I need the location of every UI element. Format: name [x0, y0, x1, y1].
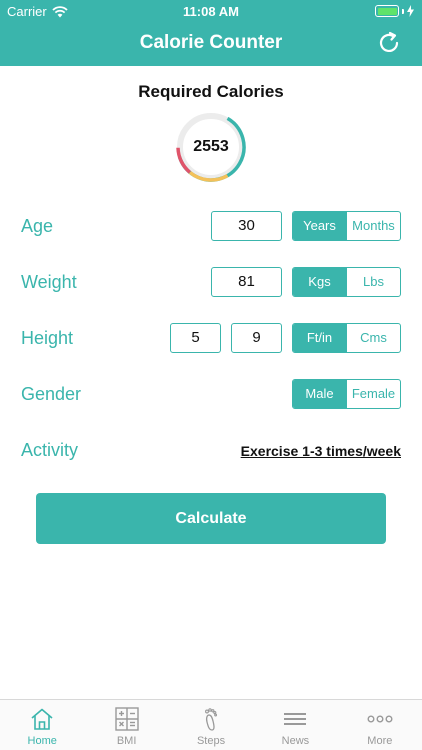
charging-icon [407, 5, 414, 17]
calculate-button[interactable]: Calculate [36, 493, 386, 544]
height-inches-input[interactable]: 9 [231, 323, 282, 353]
battery-indicator [375, 5, 414, 17]
tab-steps[interactable]: Steps [169, 700, 253, 750]
age-unit-years[interactable]: Years [293, 212, 346, 240]
calculator-icon [114, 707, 139, 731]
activity-label: Activity [21, 440, 79, 460]
status-time: 11:08 AM [183, 4, 239, 19]
required-calories-label: Required Calories [138, 82, 284, 101]
required-calories-value: 2553 [193, 138, 229, 155]
tab-label: News [281, 735, 310, 747]
tab-label: Steps [196, 735, 226, 747]
height-unit-ftin[interactable]: Ft/in [293, 324, 346, 352]
app-header: Carrier 11:08 AM Calorie Counter [0, 0, 422, 66]
age-label: Age [21, 216, 54, 236]
footprint-icon [205, 708, 218, 731]
more-icon [367, 715, 393, 723]
activity-selector[interactable]: Exercise 1-3 times/week [241, 443, 401, 459]
weight-unit-lbs[interactable]: Lbs [346, 268, 400, 296]
gender-label: Gender [21, 384, 82, 404]
height-unit-toggle: Ft/in Cms [292, 323, 401, 353]
height-unit-cms[interactable]: Cms [346, 324, 400, 352]
gender-toggle: Male Female [292, 379, 401, 409]
weight-unit-kgs[interactable]: Kgs [293, 268, 346, 296]
gender-male[interactable]: Male [293, 380, 346, 408]
tab-label: Home [27, 735, 57, 747]
status-bar: Carrier 11:08 AM [0, 0, 422, 22]
tab-more[interactable]: More [338, 700, 422, 750]
weight-label: Weight [21, 272, 77, 292]
home-icon [31, 708, 53, 730]
height-feet-input[interactable]: 5 [170, 323, 221, 353]
tab-bmi[interactable]: BMI [84, 700, 168, 750]
tab-news[interactable]: News [253, 700, 337, 750]
news-icon [284, 713, 307, 725]
age-input[interactable]: 30 [211, 211, 282, 241]
gender-female[interactable]: Female [346, 380, 400, 408]
tab-bar: Home BMI Steps News More [0, 699, 422, 750]
age-unit-months[interactable]: Months [346, 212, 400, 240]
tab-home[interactable]: Home [0, 700, 84, 750]
height-label: Height [21, 328, 74, 348]
battery-icon [375, 5, 399, 17]
age-unit-toggle: Years Months [292, 211, 401, 241]
tab-label: More [367, 735, 393, 747]
refresh-icon[interactable] [376, 30, 402, 56]
weight-unit-toggle: Kgs Lbs [292, 267, 401, 297]
tab-label: BMI [116, 735, 137, 747]
weight-input[interactable]: 81 [211, 267, 282, 297]
page-title: Calorie Counter [139, 32, 283, 53]
